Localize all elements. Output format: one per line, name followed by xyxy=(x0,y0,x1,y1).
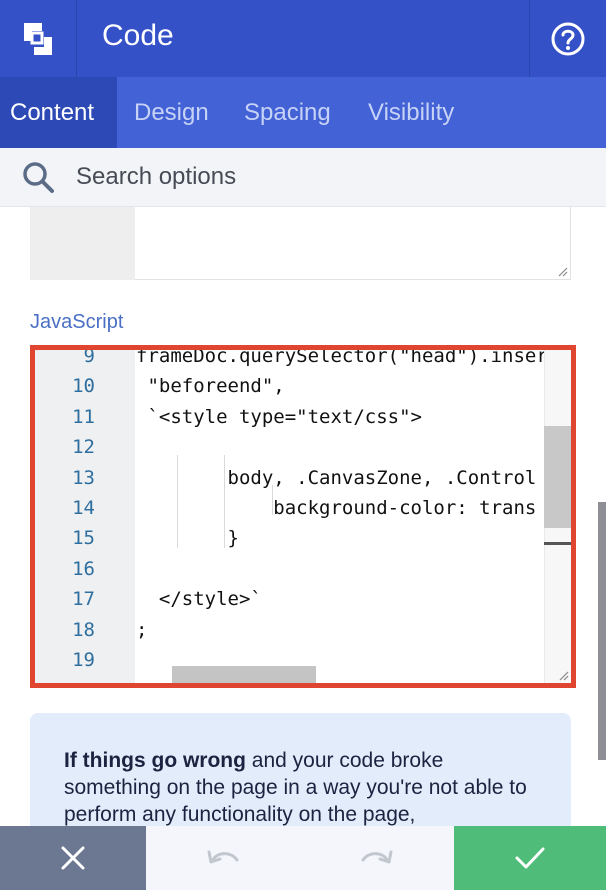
search-input[interactable] xyxy=(76,160,556,194)
redo-icon xyxy=(361,850,393,864)
tab-visibility[interactable]: Visibility xyxy=(358,77,482,148)
logo[interactable] xyxy=(0,0,77,77)
code-line[interactable]: "beforeend", xyxy=(136,371,284,401)
line-number: 14 xyxy=(72,497,95,519)
info-notice: If things go wrong and your code broke s… xyxy=(30,713,571,827)
search-bar xyxy=(0,148,606,207)
code-line[interactable]: frameDoc.querySelector("head").inser xyxy=(136,350,548,371)
line-number: 18 xyxy=(72,618,95,641)
scroll-marker xyxy=(544,542,571,545)
info-bold-text: If things go wrong xyxy=(64,749,246,772)
line-number: 9 xyxy=(83,345,95,367)
line-number: 10 xyxy=(72,375,95,398)
search-icon xyxy=(23,162,54,193)
javascript-label: JavaScript xyxy=(30,311,124,333)
indent-guide xyxy=(224,455,225,548)
indent-guide xyxy=(177,455,178,548)
line-number: 11 xyxy=(72,405,95,428)
resize-handle-icon[interactable] xyxy=(557,669,569,681)
code-line[interactable]: </style>` xyxy=(136,584,262,614)
resize-handle-icon[interactable] xyxy=(556,265,568,277)
indent-guide xyxy=(272,485,273,515)
logo-icon xyxy=(24,22,52,55)
redo-button[interactable] xyxy=(300,826,454,890)
code-editor-panel: Code Content Design Spacing Visibility S… xyxy=(0,0,606,890)
code-line[interactable]: background-color: trans xyxy=(136,493,536,523)
code-line[interactable]: ; xyxy=(136,615,147,645)
confirm-button[interactable] xyxy=(454,826,606,890)
tab-design[interactable]: Design xyxy=(117,77,234,148)
javascript-editor[interactable]: 9 frameDoc.querySelector("head").inser 10 … xyxy=(30,345,576,688)
undo-button[interactable] xyxy=(146,826,300,890)
code-line[interactable]: `<style type="text/css"> xyxy=(136,402,422,432)
panel-header: Code xyxy=(0,0,606,77)
help-icon xyxy=(551,22,585,55)
check-icon xyxy=(515,847,545,869)
tab-spacing[interactable]: Spacing xyxy=(234,77,358,148)
css-editor-gutter xyxy=(30,207,135,280)
cancel-button[interactable] xyxy=(0,826,146,890)
help-button[interactable] xyxy=(529,0,606,77)
line-number: 17 xyxy=(72,588,95,611)
code-line[interactable]: body, .CanvasZone, .Control xyxy=(136,463,537,493)
footer-actions xyxy=(0,826,606,890)
tab-content[interactable]: Content xyxy=(0,77,117,148)
vertical-scrollbar-thumb[interactable] xyxy=(544,426,571,528)
line-number: 13 xyxy=(72,466,95,489)
options-scroll-area[interactable]: JavaScript 9 frameDoc.querySelector("head… xyxy=(0,207,606,827)
page-scrollbar-thumb[interactable] xyxy=(598,502,606,760)
line-number: 15 xyxy=(72,527,95,550)
line-number: 19 xyxy=(72,649,95,671)
css-editor-tail[interactable] xyxy=(30,207,571,280)
horizontal-scrollbar-thumb[interactable] xyxy=(172,666,316,683)
line-number: 12 xyxy=(72,436,95,459)
line-number: 16 xyxy=(72,557,95,580)
panel-title: Code xyxy=(102,19,174,52)
tab-bar: Content Design Spacing Visibility xyxy=(0,77,606,148)
close-icon xyxy=(61,846,85,870)
undo-icon xyxy=(207,850,239,864)
